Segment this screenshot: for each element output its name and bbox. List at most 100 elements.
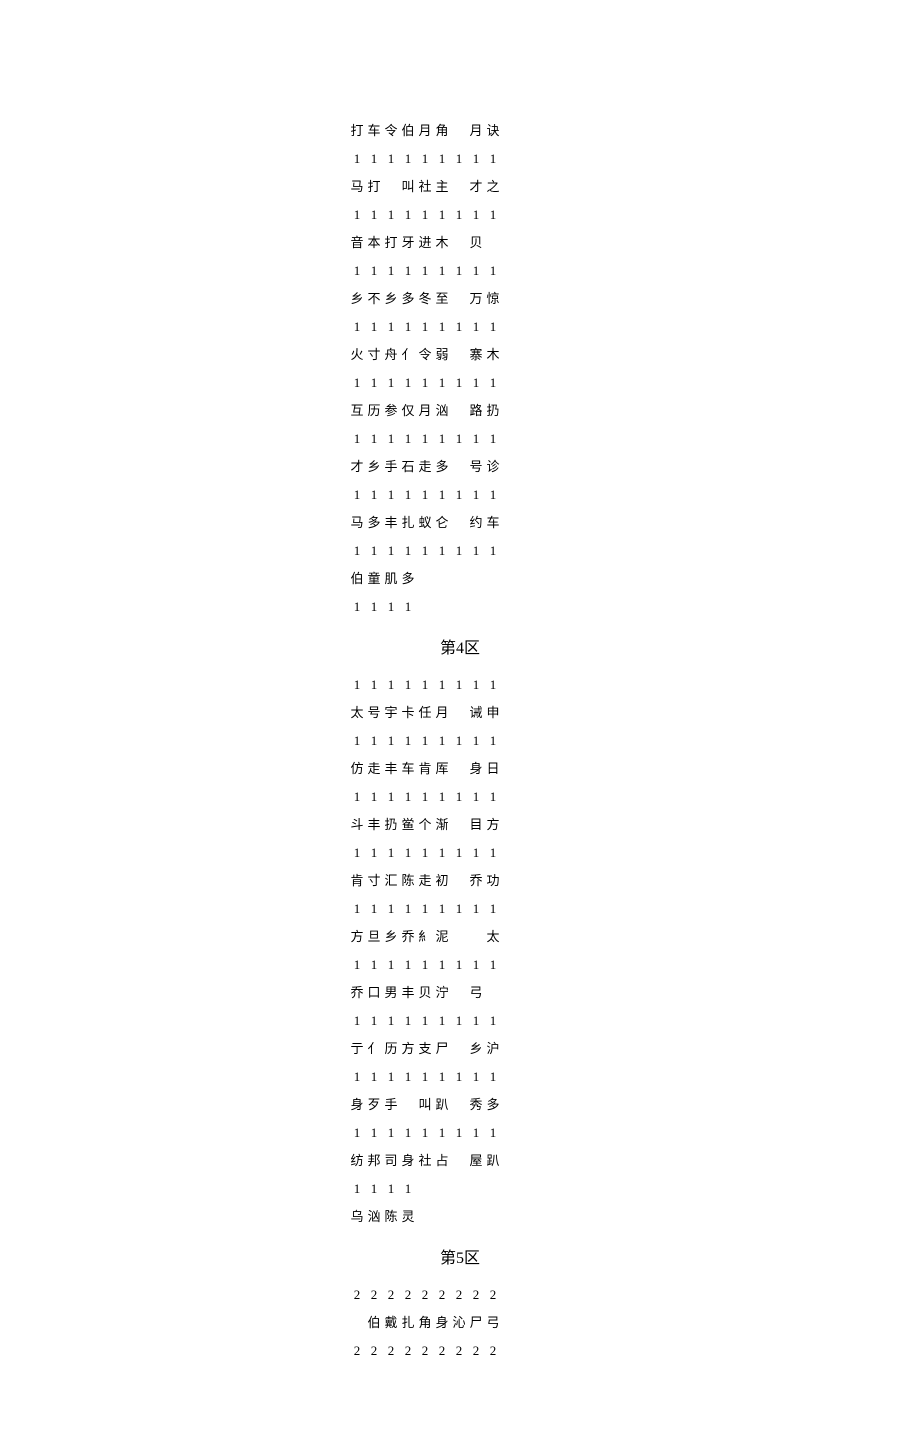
number-row-cell: 1 [401,1182,415,1196]
char-row: 身歹手叫趴秀多 [350,1084,570,1112]
number-row-cell: 1 [469,902,483,916]
number-row-cell: 1 [350,544,364,558]
char-row-cell: 丰 [384,516,398,530]
char-row-cell: 泞 [435,986,449,1000]
number-row-cell: 1 [486,1126,500,1140]
char-row-cell: 木 [435,236,449,250]
sections-container: 打车令伯月角月诀111111111马打叫社主才之111111111音本打牙进木贝… [350,110,570,1386]
number-row-cell: 1 [452,846,466,860]
number-row-cell: 1 [469,320,483,334]
char-row-cell: 司 [384,1154,398,1168]
number-row-cell: 1 [367,1126,381,1140]
number-row-cell: 1 [435,846,449,860]
number-row-cell: 1 [452,264,466,278]
number-row-cell: 1 [367,734,381,748]
char-row-cell: 不 [367,292,381,306]
number-row-cell: 1 [452,902,466,916]
char-row-cell: 舟 [384,348,398,362]
number-row-cell: 2 [401,1344,415,1358]
char-row-cell: 日 [486,762,500,776]
char-row-cell: 寨 [469,348,483,362]
number-row-cell: 1 [401,1070,415,1084]
char-row-cell: 互 [350,404,364,418]
number-row-cell: 1 [452,376,466,390]
char-row-cell: 至 [435,292,449,306]
number-row-cell: 1 [384,208,398,222]
char-row-cell: 角 [418,1316,432,1330]
number-row: 111111111 [350,474,570,502]
number-row-cell: 1 [367,264,381,278]
number-row: 111111111 [350,418,570,446]
char-row-cell: 参 [384,404,398,418]
char-row: 乔口男丰贝泞弓 [350,972,570,1000]
number-row-cell: 1 [435,1014,449,1028]
number-row-cell: 1 [384,1182,398,1196]
char-row-cell: 肌 [384,572,398,586]
char-row-cell: 陈 [384,1210,398,1224]
char-row-cell: 太 [486,930,500,944]
number-row-cell: 1 [435,488,449,502]
char-row-cell: 惊 [486,292,500,306]
char-row-cell: 太 [350,706,364,720]
number-row-cell: 1 [418,320,432,334]
number-row-cell: 1 [486,544,500,558]
char-row-cell: 身 [469,762,483,776]
number-row-cell: 1 [452,790,466,804]
number-row-cell: 1 [469,152,483,166]
number-row-cell: 1 [401,488,415,502]
number-row-cell: 1 [418,208,432,222]
char-row-cell: 伯 [367,1316,381,1330]
char-row-cell: 叫 [418,1098,432,1112]
char-row-cell: 功 [486,874,500,888]
char-row: 方旦乡乔糹泥太 [350,916,570,944]
number-row-cell: 1 [486,1070,500,1084]
number-row-cell: 1 [401,320,415,334]
char-row-cell: 才 [469,180,483,194]
number-row-cell: 1 [418,376,432,390]
number-row-cell: 1 [367,958,381,972]
char-row-cell: 蚁 [418,516,432,530]
char-row-cell: 丰 [401,986,415,1000]
char-row-cell: 扔 [384,818,398,832]
number-row-cell: 1 [486,432,500,446]
number-row-cell: 1 [486,790,500,804]
char-row-cell: 号 [367,706,381,720]
number-row-cell: 1 [469,1070,483,1084]
char-row: 乌汹陈灵 [350,1196,570,1224]
char-row-cell: 纺 [350,1154,364,1168]
number-row-cell: 1 [469,208,483,222]
char-row-cell: 尸 [469,1316,483,1330]
char-row-cell: 打 [350,124,364,138]
char-row-cell: 乡 [367,460,381,474]
number-row-cell: 1 [469,958,483,972]
number-row-cell: 1 [486,1014,500,1028]
number-row-cell: 1 [350,678,364,692]
number-row-cell: 1 [367,376,381,390]
number-row-cell: 1 [384,264,398,278]
number-row-cell: 1 [401,734,415,748]
char-row-cell: 乔 [350,986,364,1000]
number-row-cell: 1 [401,958,415,972]
char-row-cell: 秀 [469,1098,483,1112]
number-row: 111111111 [350,194,570,222]
page-content: 打车令伯月角月诀111111111马打叫社主才之111111111音本打牙进木贝… [0,0,920,1430]
number-row-cell: 1 [367,208,381,222]
char-row: 肯寸汇陈走初乔功 [350,860,570,888]
number-row-cell: 1 [469,544,483,558]
number-row-cell: 1 [435,152,449,166]
char-row-cell: 号 [469,460,483,474]
number-row-cell: 1 [367,902,381,916]
char-row-cell: 方 [350,930,364,944]
number-row-cell: 1 [418,902,432,916]
number-row-cell: 1 [418,734,432,748]
char-row-cell: 亍 [350,1042,364,1056]
section-title: 第5区 [350,1244,570,1268]
number-row-cell: 1 [367,1070,381,1084]
char-row-cell: 初 [435,874,449,888]
char-row-cell: 诊 [486,460,500,474]
char-row-cell: 沁 [452,1316,466,1330]
number-row-cell: 1 [486,320,500,334]
number-row-cell: 1 [469,264,483,278]
char-row-cell: 沪 [486,1042,500,1056]
char-row: 仿走丰车肯厍身日 [350,748,570,776]
